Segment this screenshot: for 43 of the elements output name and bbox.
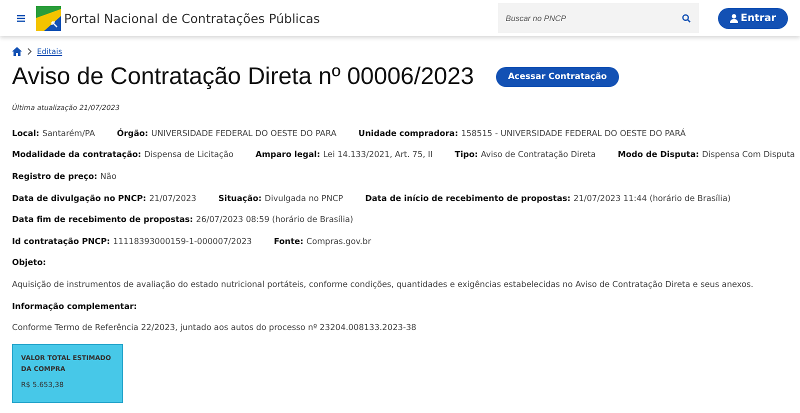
field-value: 26/07/2023 08:59 (horário de Brasília): [196, 214, 354, 224]
section-text: Conforme Termo de Referência 22/2023, juntado aos autos do processo nº 23204.008133.2023-38: [12, 322, 416, 332]
field-value: 21/07/2023 11:44 (horário de Brasília): [574, 192, 731, 203]
field-label: Modalidade da contratação:: [12, 149, 142, 160]
chevron-icon: [27, 48, 32, 54]
section-heading: Objeto:: [12, 257, 46, 268]
field-label: Id contratação PNCP:: [12, 236, 110, 246]
field-value: 11118393000159-1-000007/2023: [112, 236, 252, 246]
page-title: Aviso de Contratação Direta nº 00006/2023: [12, 63, 474, 91]
field-value: UNIVERSIDADE FEDERAL DO OESTE DO PARA: [151, 128, 336, 138]
field-label: Local:: [12, 128, 40, 138]
login-button[interactable]: Entrar: [718, 8, 788, 28]
field-value: Santarém/PA: [42, 128, 95, 138]
search-field[interactable]: Buscar no PNCP: [498, 3, 699, 33]
field-label: Tipo:: [454, 149, 478, 160]
section-heading: Informação complementar:: [12, 300, 137, 311]
logo-icon: [36, 6, 61, 30]
field-value: Dispensa de Licitação: [144, 149, 234, 160]
field-label: Amparo legal:: [256, 149, 320, 160]
section-text: Aquisição de instrumentos de avaliação do estado nutricional portáteis, conforme condições, quantidades e exigências estabelecidas no Aviso de Contratação Direta e seus anexos.: [12, 278, 754, 289]
field-value: 21/07/2023: [149, 192, 196, 203]
field-label: Data de divulgação no PNCP:: [12, 192, 146, 203]
field-value: Lei 14.133/2021, Art. 75, II: [323, 149, 433, 160]
access-button[interactable]: Acessar Contratação: [496, 67, 619, 87]
field-value: Dispensa Com Disputa: [702, 149, 795, 160]
field-value: Compras.gov.br: [306, 236, 372, 246]
field-label: Data de início de recebimento de propostas:: [365, 192, 571, 203]
field-label: Modo de Disputa:: [618, 149, 700, 160]
field-label: Registro de preço:: [12, 170, 98, 181]
field-label: Unidade compradora:: [358, 128, 458, 138]
search-icon[interactable]: [682, 14, 691, 22]
field-label: Data fim de recebimento de propostas:: [12, 214, 194, 224]
field-value: Divulgada no PNCP: [264, 192, 344, 203]
field-value: Aviso de Contratação Direta: [480, 149, 596, 160]
field-label: Fonte:: [274, 236, 304, 246]
menu-icon[interactable]: [17, 14, 25, 22]
field-value: Não: [100, 170, 116, 181]
field-label: Situação:: [218, 192, 262, 203]
user-icon: [730, 14, 738, 22]
home-icon[interactable]: [12, 46, 22, 56]
portal-title: Portal Nacional de Contratações Públicas: [64, 10, 320, 26]
field-value: 158515 - UNIVERSIDADE FEDERAL DO OESTE DO PARÁ: [461, 128, 686, 138]
field-label: Órgão:: [116, 128, 148, 138]
